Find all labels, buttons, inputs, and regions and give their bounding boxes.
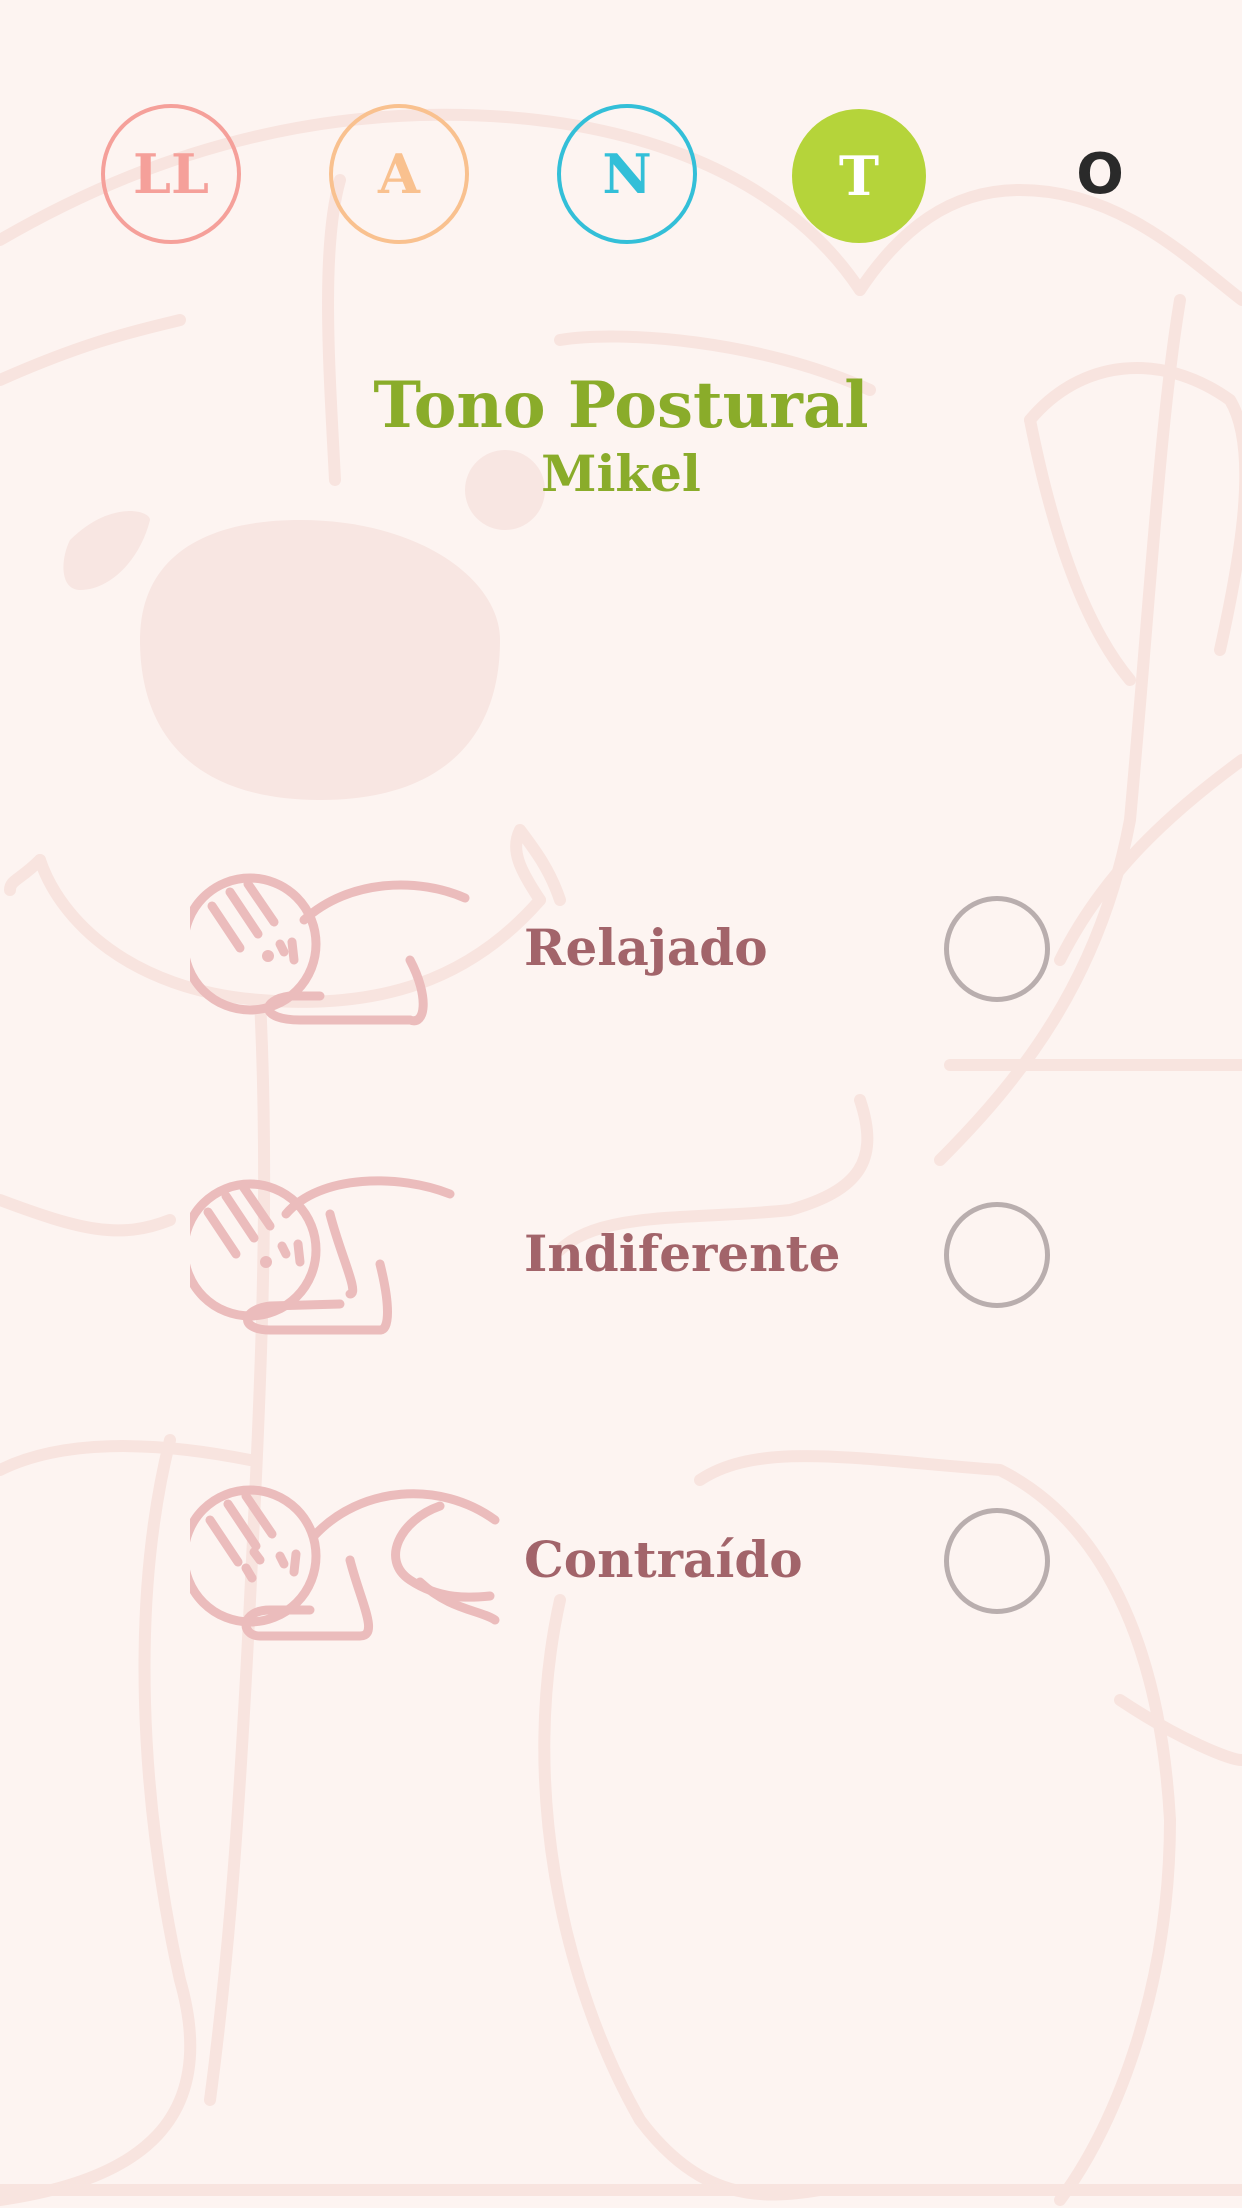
teddy-bear-background <box>0 108 1242 2206</box>
tab-o[interactable]: O <box>1030 104 1170 244</box>
baby-contracted-icon <box>190 1485 500 1641</box>
option-label: Relajado <box>524 918 768 977</box>
option-label: Contraído <box>524 1530 803 1589</box>
radio-relajado[interactable] <box>944 896 1050 1002</box>
radio-contraido[interactable] <box>944 1508 1050 1614</box>
tab-ll[interactable]: LL <box>101 104 241 244</box>
option-contraido[interactable]: Contraído <box>0 1460 1242 1660</box>
tab-t-active[interactable]: T <box>792 109 926 243</box>
option-indiferente[interactable]: Indiferente <box>0 1154 1242 1354</box>
tab-n[interactable]: N <box>557 104 697 244</box>
option-relajado[interactable]: Relajado <box>0 848 1242 1048</box>
patient-name: Mikel <box>541 444 701 503</box>
page-title: Tono Postural <box>373 368 869 443</box>
option-label: Indiferente <box>524 1224 841 1283</box>
category-tabs: LL A N T O <box>0 104 1242 252</box>
baby-relaxed-icon <box>190 873 470 1026</box>
tab-a[interactable]: A <box>329 104 469 244</box>
baby-indifferent-icon <box>190 1176 455 1335</box>
radio-indiferente[interactable] <box>944 1202 1050 1308</box>
